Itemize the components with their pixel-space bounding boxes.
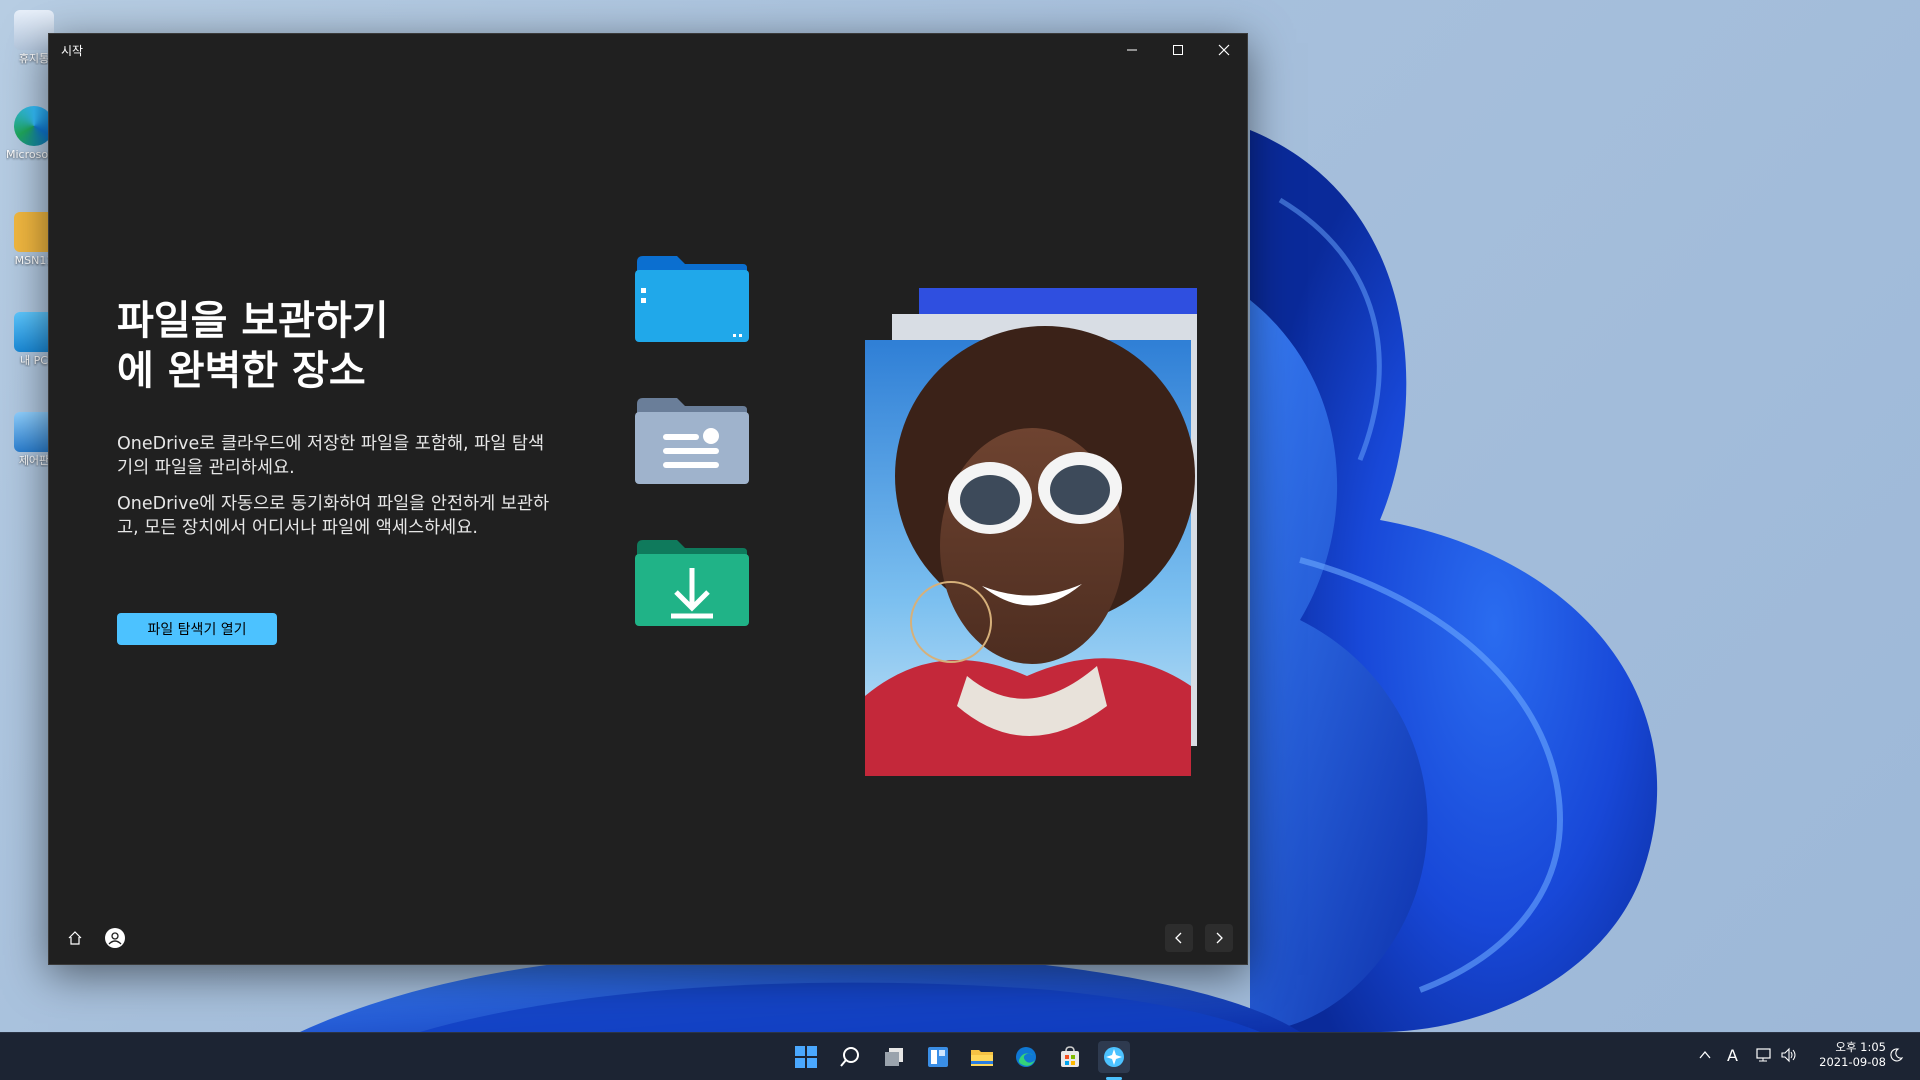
notifications-button[interactable] (1888, 1047, 1904, 1067)
search-icon (840, 1047, 859, 1067)
task-view-button[interactable] (878, 1041, 910, 1073)
description-paragraph-1: OneDrive로 클라우드에 저장한 파일을 포함해, 파일 탐색기의 파일을… (117, 434, 545, 478)
start-icon (795, 1046, 817, 1068)
file-explorer-icon (971, 1050, 993, 1066)
edge-button[interactable] (1010, 1041, 1042, 1073)
account-button[interactable] (101, 924, 129, 952)
volume-icon (1781, 1047, 1796, 1063)
maximize-icon (1173, 45, 1183, 55)
description-paragraph-2: OneDrive에 자동으로 동기화하여 파일을 안전하게 보관하고, 모든 장… (117, 494, 550, 538)
documents-folder-icon (635, 398, 749, 484)
minimize-icon (1127, 49, 1137, 51)
home-icon (68, 931, 82, 945)
get-started-window: 시작 파일을 보관하기 에 완벽한 장소 OneDrive로 클라우드에 저장한… (48, 33, 1248, 965)
get-started-icon (1104, 1047, 1124, 1067)
store-icon (1061, 1046, 1079, 1067)
home-button[interactable] (61, 924, 89, 952)
maximize-button[interactable] (1155, 34, 1201, 66)
minimize-button[interactable] (1109, 34, 1155, 66)
store-button[interactable] (1054, 1041, 1086, 1073)
chevron-left-icon (1175, 932, 1182, 944)
clock[interactable]: 오후 1:05 2021-09-08 (1808, 1040, 1886, 1070)
widgets-button[interactable] (922, 1041, 954, 1073)
show-hidden-icons-button[interactable] (1698, 1047, 1712, 1066)
chevron-up-icon (1699, 1050, 1711, 1059)
search-button[interactable] (834, 1041, 866, 1073)
account-icon (105, 928, 125, 948)
downloads-folder-icon (635, 540, 749, 626)
widgets-icon (928, 1047, 948, 1067)
photo-stack-illustration (865, 288, 1197, 776)
page-title: 파일을 보관하기 에 완벽한 장소 (117, 296, 557, 396)
input-method-indicator[interactable]: A (1727, 1046, 1738, 1065)
moon-icon (1890, 1048, 1904, 1062)
chevron-right-icon (1216, 932, 1223, 944)
edge-icon (1016, 1047, 1036, 1067)
network-button[interactable] (1756, 1047, 1774, 1067)
clock-time: 오후 1:05 (1835, 1040, 1886, 1054)
close-button[interactable] (1201, 34, 1247, 66)
next-button[interactable] (1205, 924, 1233, 952)
volume-button[interactable] (1780, 1047, 1798, 1067)
file-explorer-button[interactable] (966, 1041, 998, 1073)
network-icon (1756, 1048, 1771, 1062)
open-file-explorer-button[interactable]: 파일 탐색기 열기 (117, 613, 277, 645)
title-bar[interactable]: 시작 (49, 34, 1247, 66)
window-title: 시작 (61, 44, 84, 58)
task-view-icon (885, 1048, 903, 1066)
start-button[interactable] (790, 1041, 822, 1073)
previous-button[interactable] (1165, 924, 1193, 952)
clock-date: 2021-09-08 (1819, 1055, 1886, 1069)
page-title-line: 파일을 보관하기 (117, 298, 389, 344)
blue-folder-icon (635, 256, 749, 342)
get-started-button[interactable] (1098, 1041, 1130, 1073)
taskbar: A 오후 1:05 2021-09-08 (0, 1032, 1920, 1080)
close-icon (1218, 44, 1230, 56)
page-title-line: 에 완벽한 장소 (117, 348, 366, 394)
